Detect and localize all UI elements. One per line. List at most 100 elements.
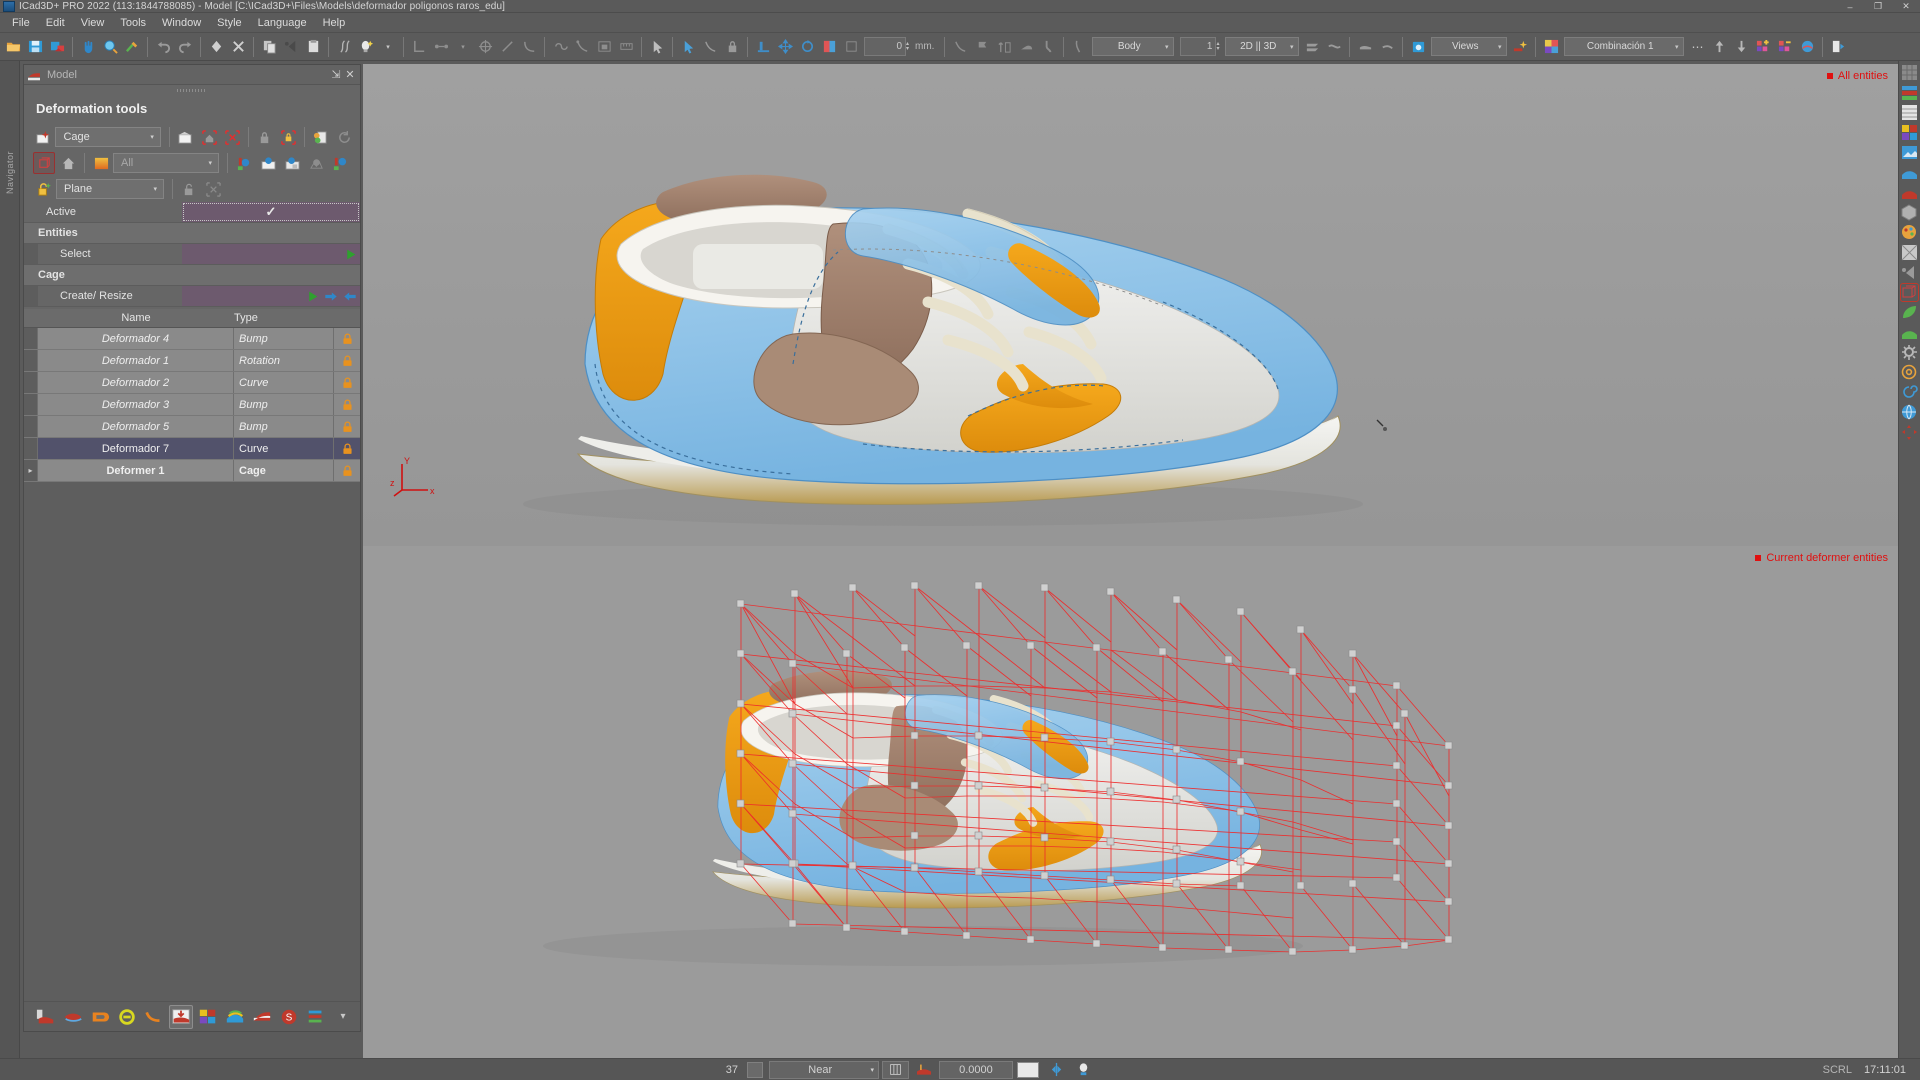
export-deformer-icon[interactable]: [310, 126, 331, 148]
entity-list-icon[interactable]: [329, 152, 351, 174]
lock-plane-icon[interactable]: [33, 178, 55, 200]
cage-box-icon[interactable]: [33, 152, 55, 174]
rail-shoe-green-icon[interactable]: [1901, 324, 1918, 341]
color-swatch-icon[interactable]: [819, 36, 839, 58]
materials-grid-icon[interactable]: [196, 1005, 220, 1029]
rail-cube-icon[interactable]: [1901, 204, 1918, 221]
create-resize-action[interactable]: [182, 286, 360, 306]
symmetry-icon[interactable]: [475, 36, 495, 58]
navigator-strip[interactable]: Navigator: [0, 61, 20, 1080]
menu-item-file[interactable]: File: [4, 15, 38, 31]
sole-orange-icon[interactable]: [88, 1005, 112, 1029]
rail-pattern-icon[interactable]: [1901, 244, 1918, 261]
render-camera-icon[interactable]: [1408, 36, 1428, 58]
loop-icon[interactable]: [550, 36, 570, 58]
move-up-icon[interactable]: [1709, 36, 1729, 58]
color-gradient-icon[interactable]: [90, 152, 112, 174]
sock-icon[interactable]: [1038, 36, 1058, 58]
window-controls[interactable]: – ❐ ✕: [1836, 0, 1920, 13]
menu-item-help[interactable]: Help: [315, 15, 354, 31]
curve-tool-icon[interactable]: [519, 36, 539, 58]
deformer-type-select[interactable]: Cage ▾: [55, 127, 161, 147]
light-toggle[interactable]: [1070, 1061, 1097, 1079]
table-row[interactable]: Deformador 4 Bump: [24, 328, 360, 350]
rail-gear-icon[interactable]: [1901, 344, 1918, 361]
unlock-plane-icon[interactable]: [178, 178, 200, 200]
stacked-layers-icon[interactable]: [304, 1005, 328, 1029]
rail-at-icon[interactable]: [1901, 364, 1918, 381]
line-tool-icon[interactable]: [497, 36, 517, 58]
sole-curve-icon[interactable]: [950, 36, 970, 58]
scale-icon[interactable]: [994, 36, 1014, 58]
body-type-select[interactable]: Body ▾: [1092, 37, 1175, 56]
rail-palette-icon[interactable]: [1901, 224, 1918, 241]
menu-item-style[interactable]: Style: [209, 15, 249, 31]
redo-icon[interactable]: [175, 36, 195, 58]
save-icon[interactable]: [25, 36, 45, 58]
dropdown-arrow-icon[interactable]: ▾: [378, 36, 398, 58]
export-icon[interactable]: [1828, 36, 1848, 58]
align-bottom-icon[interactable]: [409, 36, 429, 58]
mirror-toggle[interactable]: [1043, 1061, 1070, 1079]
play-green-icon[interactable]: [344, 248, 357, 261]
undo-icon[interactable]: [153, 36, 173, 58]
size-badge-icon[interactable]: S: [277, 1005, 301, 1029]
menu-item-view[interactable]: View: [73, 15, 113, 31]
menu-item-window[interactable]: Window: [154, 15, 209, 31]
rail-arrows-icon[interactable]: [1901, 424, 1918, 441]
close-button[interactable]: ✕: [1892, 0, 1920, 13]
circle-arrow-icon[interactable]: [115, 1005, 139, 1029]
rotate-icon[interactable]: [797, 36, 817, 58]
dimension-mode-select[interactable]: 2D || 3D ▾: [1225, 37, 1300, 56]
paste-icon[interactable]: [303, 36, 323, 58]
plane-select[interactable]: Plane ▾: [56, 179, 164, 199]
grid-panel-icon[interactable]: [594, 36, 614, 58]
lock-icon[interactable]: [722, 36, 742, 58]
grid-toggle-button[interactable]: [881, 1060, 909, 1079]
entity-disabled-icon[interactable]: [305, 152, 327, 174]
menu-item-tools[interactable]: Tools: [112, 15, 154, 31]
column-header-type[interactable]: Type: [234, 309, 334, 327]
play-green-icon[interactable]: [306, 290, 319, 303]
heel-curve-icon[interactable]: [142, 1005, 166, 1029]
row-lock-toggle[interactable]: [334, 328, 360, 349]
menu-item-edit[interactable]: Edit: [38, 15, 73, 31]
remove-combination-icon[interactable]: [1775, 36, 1795, 58]
move-down-icon[interactable]: [1731, 36, 1751, 58]
more-options-icon[interactable]: ⋯: [1687, 36, 1707, 58]
close-panel-button[interactable]: ✕: [343, 68, 357, 81]
color-preview-box[interactable]: [1016, 1061, 1039, 1078]
blank-box-icon[interactable]: [841, 36, 861, 58]
row-lock-toggle[interactable]: [334, 372, 360, 393]
combination-swatch-icon[interactable]: [1541, 36, 1561, 58]
row-lock-toggle[interactable]: [334, 438, 360, 459]
flag-icon[interactable]: [972, 36, 992, 58]
copy-icon[interactable]: [259, 36, 279, 58]
pan-hand-icon[interactable]: [78, 36, 98, 58]
numeric-input[interactable]: 0.0000: [938, 1060, 1013, 1079]
pen-curve-icon[interactable]: [572, 36, 592, 58]
pick-point-icon[interactable]: [678, 36, 698, 58]
rail-leaf-icon[interactable]: [1901, 304, 1918, 321]
reset-cage-icon[interactable]: [222, 126, 243, 148]
sole-blue-icon[interactable]: [61, 1005, 85, 1029]
new-deformer-icon[interactable]: [33, 126, 54, 148]
rail-deformer-icon[interactable]: [1900, 283, 1919, 302]
rail-spiral-icon[interactable]: [1901, 384, 1918, 401]
shoe-profile-icon[interactable]: [1016, 36, 1036, 58]
lightbulb-icon[interactable]: [356, 36, 376, 58]
select-arrow-icon[interactable]: [647, 36, 667, 58]
table-row[interactable]: Deformador 5 Bump: [24, 416, 360, 438]
cut-curve-icon[interactable]: [228, 36, 248, 58]
material-library-icon[interactable]: [1797, 36, 1817, 58]
snap-mode-select[interactable]: Near ▾: [768, 1060, 879, 1079]
distance-icon[interactable]: [431, 36, 451, 58]
rail-materials-icon[interactable]: [1901, 124, 1918, 141]
add-combination-icon[interactable]: [1753, 36, 1773, 58]
add-view-icon[interactable]: [1510, 36, 1530, 58]
rainbow-shoe-icon[interactable]: [223, 1005, 247, 1029]
rail-globe-icon[interactable]: [1901, 404, 1918, 421]
rail-layers-icon[interactable]: [1901, 84, 1918, 101]
select-entities-action[interactable]: [182, 244, 360, 264]
maximize-button[interactable]: ❐: [1864, 0, 1892, 13]
